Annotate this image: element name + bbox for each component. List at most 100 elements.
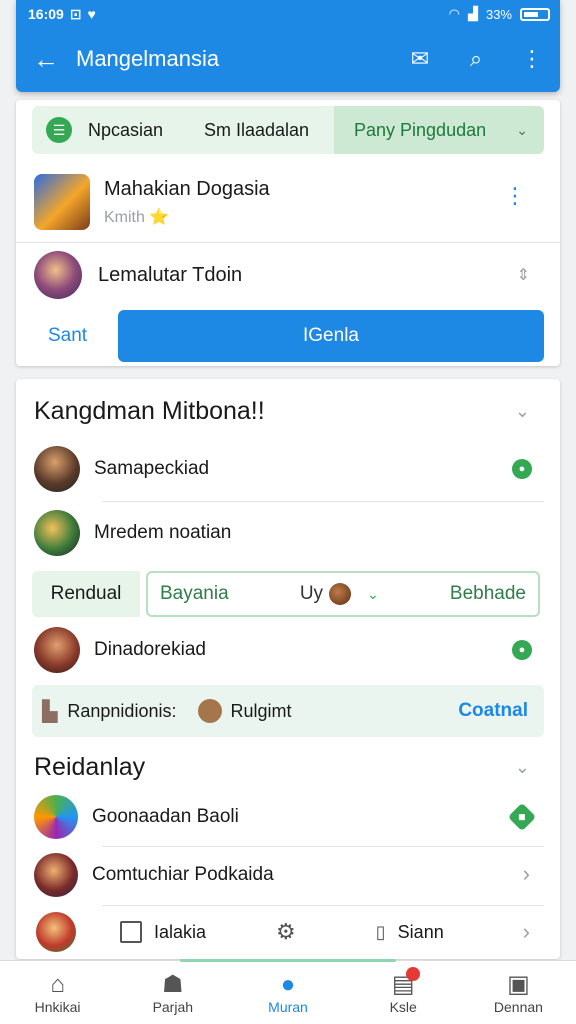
chevron-down-icon[interactable]: ⌄ — [515, 757, 530, 778]
section-title: Reidanlay — [34, 753, 146, 781]
notification-badge — [405, 967, 420, 981]
segment-left[interactable]: Rendual — [32, 571, 140, 617]
item-label: Comtuchiar Podkaida — [92, 864, 274, 885]
info-link[interactable]: Coatnal — [458, 700, 528, 722]
filter-dropdown[interactable]: Pany Pingdudan ⌄ — [334, 106, 544, 154]
nav-label: Parjah — [152, 998, 194, 1015]
battery-percent: 33% — [485, 6, 512, 22]
divider — [16, 242, 560, 243]
nav-label: Hnkikai — [34, 998, 81, 1015]
section-title: Kangdman Mitbona!! — [34, 397, 265, 425]
list-item[interactable]: Ialakia ⚙ ▯ Siann › — [16, 909, 560, 955]
field-mid: Uy ⌄ — [300, 583, 379, 605]
mail-icon[interactable]: ✉ — [392, 46, 448, 72]
app-bar: ← Mangelmansia ✉ ⌕ ⋮ — [16, 34, 560, 84]
filter-tab-2[interactable]: Sm Ilaadalan — [204, 120, 334, 141]
item-title: Lemalutar Tdoin — [98, 263, 243, 286]
nav-store[interactable]: ▣ Dennan — [461, 961, 576, 1024]
page-title: Mangelmansia — [76, 46, 220, 71]
phone-icon: ▯ — [375, 921, 386, 942]
checkbox[interactable] — [120, 921, 142, 943]
avatar — [34, 510, 80, 556]
nav-inbox[interactable]: ▤ Ksle — [346, 961, 461, 1024]
segment-field[interactable]: Bayania Uy ⌄ Bebhade — [146, 571, 540, 617]
status-time: 16:09 — [28, 6, 64, 22]
chevron-right-icon[interactable]: › — [523, 919, 530, 945]
coin-icon — [329, 583, 352, 605]
more-vert-icon[interactable]: ⋮ — [504, 185, 526, 207]
nav-label: Ksle — [389, 998, 417, 1015]
sort-icon[interactable]: ⇕ — [517, 265, 530, 285]
home-icon: ⌂ — [50, 970, 65, 998]
list-icon: ☰ — [46, 117, 72, 143]
store-icon: ▣ — [507, 970, 530, 998]
list-item[interactable]: Mredem noatian — [16, 507, 560, 559]
avatar — [36, 912, 76, 952]
item-title: Mahakian Dogasia — [104, 177, 270, 200]
bottom-navigation: ⌂ Hnkikai ☗ Parjah ● Muran ▤ Ksle ▣ Denn… — [0, 959, 576, 1024]
filter-dropdown-label: Pany Pingdudan — [354, 119, 487, 140]
list-item[interactable]: Goonaadan Baoli ◆ — [16, 791, 560, 843]
item-label: Goonaadan Baoli — [92, 806, 239, 827]
settings-icon[interactable]: ⚙ — [276, 919, 296, 945]
info-bar: ▙ Ranpnidionis: Rulgimt Coatnal — [32, 685, 544, 737]
item-label: Mredem noatian — [94, 522, 232, 543]
list-item[interactable]: Samapeckiad ● — [16, 443, 560, 495]
status-icon: ● — [512, 640, 532, 660]
list-item[interactable]: Comtuchiar Podkaida › — [16, 849, 560, 901]
coin-label: Rulgimt — [230, 700, 292, 721]
heart-icon: ♥ — [87, 6, 96, 22]
action-row: Sant IGenla — [32, 310, 544, 362]
primary-button[interactable]: IGenla — [118, 310, 544, 362]
status-bar: 16:09 ⊡ ♥ ◠ ▟ 33% — [28, 5, 550, 23]
back-arrow-icon[interactable]: ← — [16, 44, 76, 75]
info-label: Ranpnidionis: — [67, 700, 177, 721]
list-item[interactable]: Dinadorekiad ● — [16, 623, 560, 677]
main-card: Kangdman Mitbona!! ⌄ Samapeckiad ● Mrede… — [16, 379, 560, 959]
group-icon: ● — [280, 970, 296, 998]
item-subtitle: Kmith ⭐ — [104, 208, 170, 226]
divider — [102, 905, 544, 906]
nav-label: Dennan — [493, 998, 543, 1015]
tag-icon: ▙ — [42, 700, 58, 723]
list-item[interactable]: Lemalutar Tdoin ⇕ — [16, 248, 560, 302]
segment-row: Rendual Bayania Uy ⌄ Bebhade — [32, 571, 540, 617]
item-label: Siann — [397, 921, 444, 942]
search-icon[interactable]: ⌕ — [448, 46, 504, 72]
chevron-right-icon[interactable]: › — [523, 861, 530, 887]
wifi-icon: ◠ — [448, 6, 460, 21]
signal-icon: ▟ — [467, 6, 478, 21]
notification-icon: ⊡ — [69, 5, 82, 22]
item-label: Dinadorekiad — [94, 639, 206, 660]
divider — [102, 501, 544, 502]
chevron-down-icon: ⌄ — [516, 121, 528, 138]
field-mid-label: Uy — [299, 583, 324, 604]
nav-label: Muran — [268, 998, 308, 1015]
list-item[interactable]: Mahakian Dogasia Kmith ⭐ ⋮ — [16, 168, 560, 236]
item-label: Samapeckiad — [94, 458, 210, 479]
filter-tab-1[interactable]: Npcasian — [88, 120, 204, 141]
avatar — [34, 853, 78, 897]
app-header: 16:09 ⊡ ♥ ◠ ▟ 33% ← Mangelmansia ✉ ⌕ ⋮ — [16, 0, 560, 92]
item-label: Ialakia — [154, 921, 207, 942]
avatar — [34, 795, 78, 839]
top-card: ☰ Npcasian Sm Ilaadalan Pany Pingdudan ⌄… — [16, 100, 560, 366]
field-label: Bayania — [160, 583, 229, 604]
more-vert-icon[interactable]: ⋮ — [504, 46, 560, 72]
battery-icon — [520, 7, 550, 21]
secondary-button[interactable]: Sant — [32, 325, 118, 347]
divider — [102, 846, 544, 847]
nav-profile[interactable]: ☗ Parjah — [115, 961, 230, 1024]
chevron-down-icon: ⌄ — [367, 585, 379, 602]
game-thumbnail — [34, 174, 90, 230]
status-icon: ● — [512, 459, 532, 479]
avatar — [34, 627, 80, 673]
avatar — [34, 446, 80, 492]
nav-home[interactable]: ⌂ Hnkikai — [0, 961, 115, 1024]
filter-bar: ☰ Npcasian Sm Ilaadalan Pany Pingdudan ⌄ — [32, 106, 544, 154]
person-icon: ☗ — [162, 970, 184, 998]
avatar — [34, 251, 82, 299]
nav-active-tab[interactable]: ● Muran — [180, 959, 396, 1024]
status-icon: ◆ — [507, 802, 537, 832]
chevron-down-icon[interactable]: ⌄ — [515, 401, 530, 422]
